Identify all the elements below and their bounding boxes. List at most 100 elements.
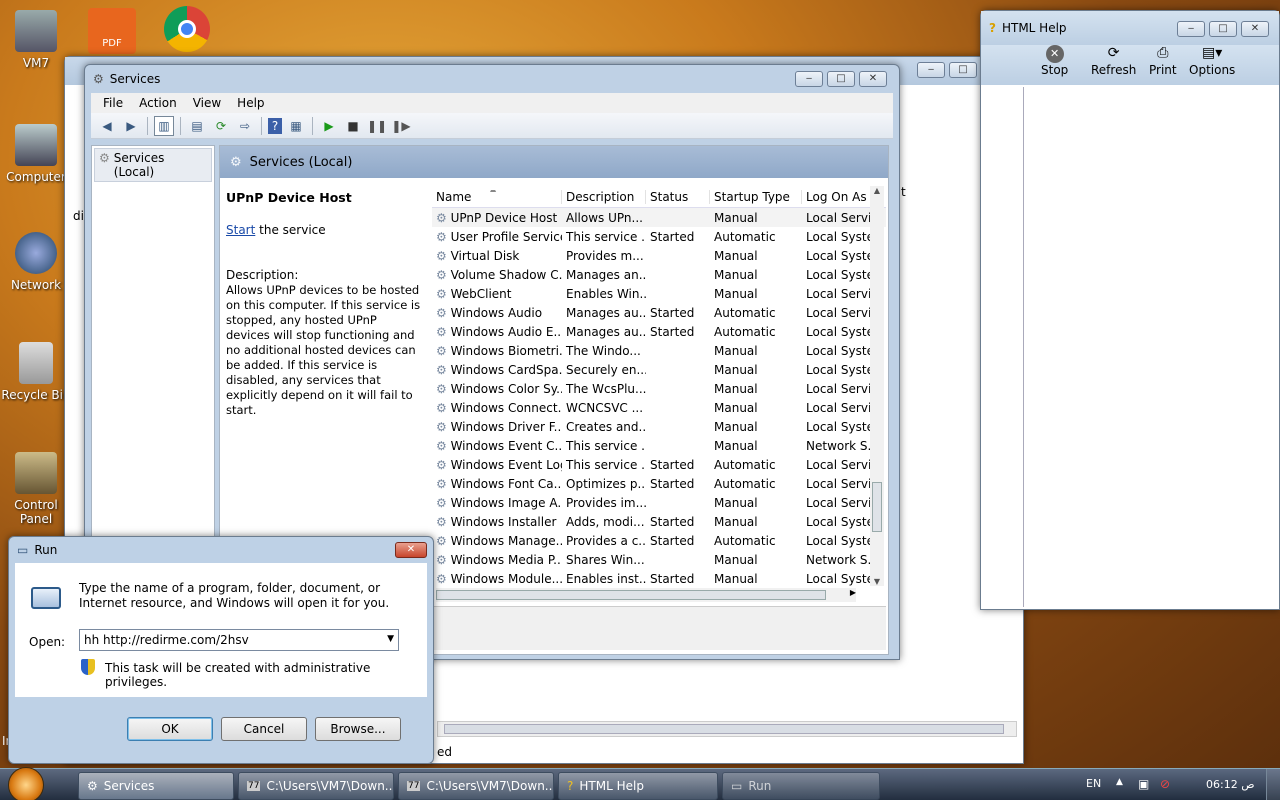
service-row[interactable]: ⚙ Windows Manage... Provides a c... Starte… xyxy=(432,531,886,550)
scroll-down-arrow-icon[interactable]: ▼ xyxy=(870,577,884,586)
minimize-button[interactable]: ‒ xyxy=(917,62,945,78)
admin-note: This task will be created with administr… xyxy=(105,661,371,689)
service-name: ⚙ User Profile Service xyxy=(432,230,562,244)
scroll-thumb-horizontal[interactable] xyxy=(436,590,826,600)
pause-service-icon[interactable]: ❚❚ xyxy=(367,116,387,136)
control-panel-icon xyxy=(15,452,57,494)
scroll-up-arrow-icon[interactable]: ▲ xyxy=(870,186,884,195)
start-service-icon[interactable]: ▶ xyxy=(319,116,339,136)
start-button[interactable] xyxy=(8,767,44,800)
service-row[interactable]: ⚙ Windows Color Sy... The WcsPlu... Manual… xyxy=(432,379,886,398)
open-input[interactable] xyxy=(80,630,376,650)
desktop-icon-vm7[interactable]: VM7 xyxy=(0,10,72,70)
export-list-icon[interactable]: ⇨ xyxy=(235,116,255,136)
service-row[interactable]: ⚙ User Profile Service This service ... St… xyxy=(432,227,886,246)
column-header-startup-type[interactable]: Startup Type xyxy=(710,189,802,204)
service-row[interactable]: ⚙ Windows Media P... Shares Win... Manual N… xyxy=(432,550,886,569)
vertical-scrollbar[interactable]: ▲ ▼ xyxy=(870,186,884,586)
service-row[interactable]: ⚙ UPnP Device Host Allows UPn... Manual Loc… xyxy=(432,208,886,227)
service-row[interactable]: ⚙ Windows Font Ca... Optimizes p... Starte… xyxy=(432,474,886,493)
minimize-button[interactable]: ‒ xyxy=(795,71,823,87)
taskbar-item-cmd-2[interactable]: 77 C:\Users\VM7\Down... xyxy=(398,772,554,800)
chevron-down-icon[interactable]: ▼ xyxy=(387,634,394,644)
service-row[interactable]: ⚙ Windows Connect... WCNCSVC ... Manual Loc… xyxy=(432,398,886,417)
column-header-description[interactable]: Description xyxy=(562,189,646,204)
column-header-status[interactable]: Status xyxy=(646,189,710,204)
help-book-icon[interactable]: ? xyxy=(268,117,282,134)
tree-item-services-local[interactable]: ⚙ Services (Local) xyxy=(94,148,212,182)
ok-button[interactable]: OK xyxy=(127,717,213,741)
volume-muted-tray-icon[interactable]: ⊘ xyxy=(1160,777,1170,791)
service-row[interactable]: ⚙ Volume Shadow C... Manages an... Manual L… xyxy=(432,265,886,284)
chrome-shortcut-icon[interactable] xyxy=(164,6,210,52)
desktop-icon-network[interactable]: Network xyxy=(0,232,72,292)
service-row[interactable]: ⚙ Windows Event C... This service ... Manu… xyxy=(432,436,886,455)
service-log-on-as: Local Servic xyxy=(806,286,874,301)
console-tree-icon[interactable]: ▥ xyxy=(154,115,174,136)
refresh-icon[interactable]: ⟳ xyxy=(211,116,231,136)
horizontal-scrollbar[interactable] xyxy=(437,721,1017,737)
taskbar-item-services[interactable]: ⚙ Services xyxy=(78,772,234,800)
taskbar-item-run[interactable]: ▭ Run xyxy=(722,772,880,800)
browse-button[interactable]: Browse... xyxy=(315,717,401,741)
show-hidden-icons-icon[interactable]: ▲ xyxy=(1116,777,1123,787)
pdf-shortcut-icon[interactable]: PDF xyxy=(88,8,136,54)
printer-icon: ⎙ xyxy=(1157,45,1169,61)
close-button[interactable]: ✕ xyxy=(395,542,427,558)
maximize-button[interactable]: □ xyxy=(827,71,855,87)
menu-action[interactable]: Action xyxy=(131,96,185,110)
show-hide-pane-icon[interactable]: ▦ xyxy=(286,116,306,136)
close-button[interactable]: ✕ xyxy=(859,71,887,87)
service-description: Provides im... xyxy=(566,495,646,510)
service-gear-icon: ⚙ xyxy=(436,533,451,548)
help-stop-button[interactable]: ✕ Stop xyxy=(1041,45,1068,77)
restart-service-icon[interactable]: ❚▶ xyxy=(391,116,411,136)
help-print-button[interactable]: ⎙ Print xyxy=(1149,45,1177,77)
desktop-icon-control-panel[interactable]: Control Panel xyxy=(0,452,72,526)
service-row[interactable]: ⚙ Windows Installer Adds, modi... Started M… xyxy=(432,512,886,531)
back-arrow-icon[interactable]: ◀ xyxy=(97,116,117,136)
show-desktop-button[interactable] xyxy=(1266,769,1280,800)
help-minimize-button[interactable]: ‒ xyxy=(1177,21,1205,37)
service-row[interactable]: ⚙ Windows Audio E... Manages au... Started… xyxy=(432,322,886,341)
network-tray-icon[interactable]: ▣ xyxy=(1138,777,1149,791)
service-row[interactable]: ⚙ Windows Driver F... Creates and... Manua… xyxy=(432,417,886,436)
service-gear-icon: ⚙ xyxy=(436,305,451,320)
forward-arrow-icon[interactable]: ▶ xyxy=(121,116,141,136)
help-options-button[interactable]: ▤▾ Options xyxy=(1189,45,1235,77)
service-row[interactable]: ⚙ Virtual Disk Provides m... Manual Local S… xyxy=(432,246,886,265)
service-row[interactable]: ⚙ Windows Audio Manages au... Started Autom… xyxy=(432,303,886,322)
scroll-thumb[interactable] xyxy=(872,482,882,532)
service-row[interactable]: ⚙ Windows Module... Enables inst... Starte… xyxy=(432,569,886,588)
service-name-text: Windows Font Ca... xyxy=(450,476,562,491)
properties-icon[interactable]: ▤ xyxy=(187,116,207,136)
stop-service-icon[interactable]: ■ xyxy=(343,116,363,136)
scroll-right-arrow-icon[interactable]: ▶ xyxy=(850,588,856,597)
horizontal-scrollbar[interactable]: ▶ xyxy=(436,588,856,602)
menu-help[interactable]: Help xyxy=(229,96,272,110)
run-dialog: ▭ Run ✕ Type the name of a program, fold… xyxy=(8,536,434,764)
column-header-name[interactable]: Name▲ xyxy=(432,189,562,204)
language-indicator[interactable]: EN xyxy=(1086,777,1101,790)
open-combobox[interactable]: ▼ xyxy=(79,629,399,651)
help-close-button[interactable]: ✕ xyxy=(1241,21,1269,37)
taskbar-item-html-help[interactable]: ? HTML Help xyxy=(558,772,718,800)
menu-file[interactable]: File xyxy=(95,96,131,110)
column-header-log-on-as[interactable]: Log On As xyxy=(802,190,874,204)
service-row[interactable]: ⚙ Windows Event Log This service ... Start… xyxy=(432,455,886,474)
service-row[interactable]: ⚙ WebClient Enables Win... Manual Local Ser… xyxy=(432,284,886,303)
cancel-button[interactable]: Cancel xyxy=(221,717,307,741)
desktop-icon-recycle-bin[interactable]: Recycle Bin xyxy=(0,342,72,402)
maximize-button[interactable]: □ xyxy=(949,62,977,78)
menu-view[interactable]: View xyxy=(185,96,229,110)
sort-ascending-icon: ▲ xyxy=(490,190,496,193)
service-row[interactable]: ⚙ Windows Image A... Provides im... Manual… xyxy=(432,493,886,512)
service-row[interactable]: ⚙ Windows Biometri... The Windo... Manual L… xyxy=(432,341,886,360)
start-service-link[interactable]: Start xyxy=(226,223,255,237)
clock[interactable]: 06:12 ص xyxy=(1206,778,1255,791)
help-maximize-button[interactable]: □ xyxy=(1209,21,1237,37)
desktop-icon-computer[interactable]: Computer xyxy=(0,124,72,184)
help-refresh-button[interactable]: ⟳ Refresh xyxy=(1091,45,1136,77)
service-row[interactable]: ⚙ Windows CardSpa... Securely en... Manual… xyxy=(432,360,886,379)
taskbar-item-cmd-1[interactable]: 77 C:\Users\VM7\Down... xyxy=(238,772,394,800)
